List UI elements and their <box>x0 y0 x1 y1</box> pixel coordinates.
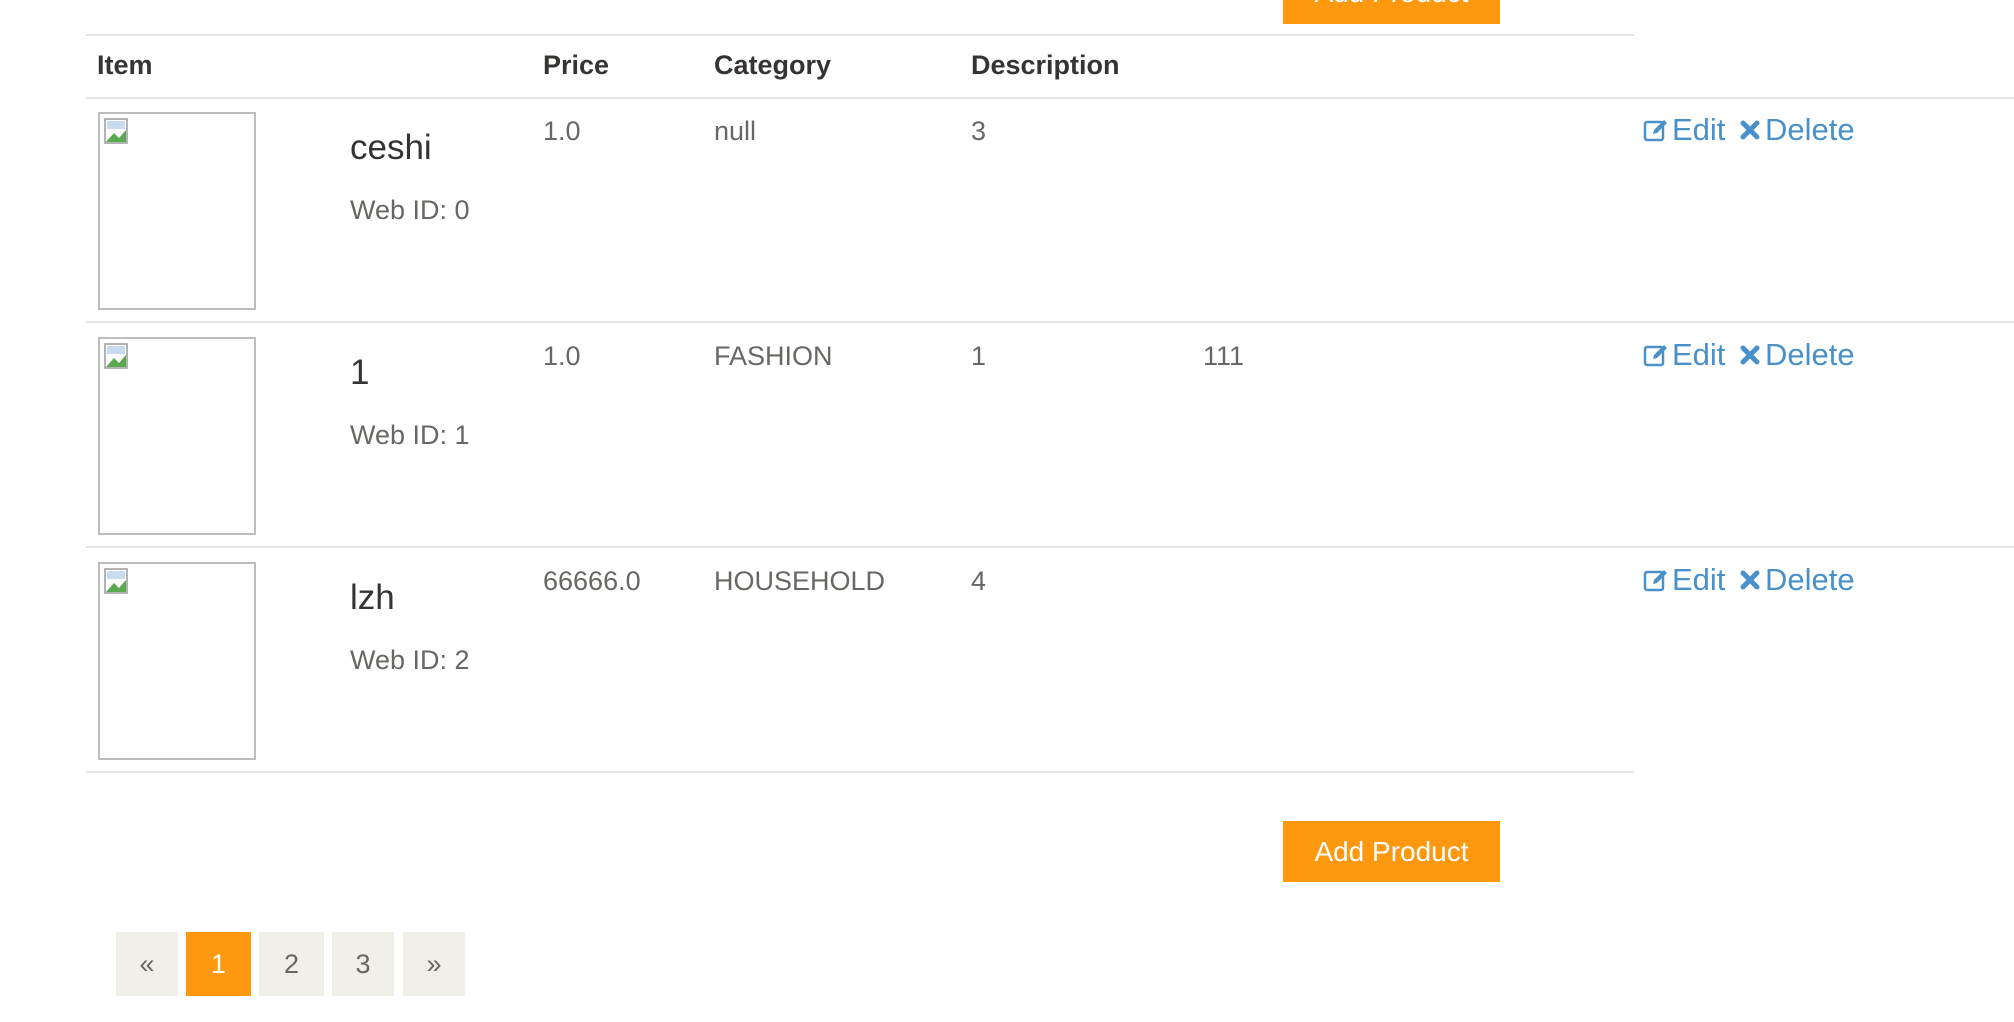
product-price: 1.0 <box>543 341 581 371</box>
product-web-id: Web ID: 1 <box>350 420 470 450</box>
broken-image-icon <box>104 118 128 144</box>
add-product-button[interactable]: Add Product <box>1283 821 1500 882</box>
header-divider <box>86 97 2014 99</box>
delete-x-icon <box>1740 120 1760 140</box>
edit-icon <box>1643 345 1667 367</box>
edit-button[interactable]: Edit <box>1643 337 1725 373</box>
product-web-id: Web ID: 2 <box>350 645 470 675</box>
broken-image-icon <box>104 568 128 594</box>
product-price: 66666.0 <box>543 566 641 596</box>
header-price: Price <box>543 50 610 80</box>
header-description: Description <box>971 50 1120 80</box>
pagination-next[interactable]: » <box>403 932 465 996</box>
delete-label: Delete <box>1765 112 1855 147</box>
delete-label: Delete <box>1765 562 1855 597</box>
product-category: null <box>714 116 757 146</box>
pagination-page-1[interactable]: 1 <box>186 932 251 996</box>
header-item: Item <box>97 50 153 80</box>
pagination-prev[interactable]: « <box>116 932 178 996</box>
delete-button[interactable]: Delete <box>1738 562 1855 598</box>
delete-x-icon <box>1740 345 1760 365</box>
header-category: Category <box>714 50 832 80</box>
delete-x-icon <box>1740 570 1760 590</box>
delete-label: Delete <box>1765 337 1855 372</box>
product-quantity: 4 <box>971 566 987 596</box>
edit-icon <box>1643 120 1667 142</box>
pagination-page-2[interactable]: 2 <box>259 932 324 996</box>
edit-button[interactable]: Edit <box>1643 112 1725 148</box>
add-product-button-top[interactable]: Add Product <box>1283 0 1500 24</box>
product-quantity: 3 <box>971 116 987 146</box>
broken-image-icon <box>104 343 128 369</box>
add-product-label: Add Product <box>1314 0 1468 9</box>
table-bottom-divider <box>86 771 1634 773</box>
edit-button[interactable]: Edit <box>1643 562 1725 598</box>
product-category: FASHION <box>714 341 833 371</box>
product-price: 1.0 <box>543 116 581 146</box>
edit-icon <box>1643 570 1667 592</box>
edit-label: Edit <box>1672 562 1726 597</box>
edit-label: Edit <box>1672 337 1726 372</box>
row-divider <box>86 546 2014 548</box>
add-product-label: Add Product <box>1314 835 1469 867</box>
delete-button[interactable]: Delete <box>1738 337 1855 373</box>
table-top-divider <box>86 34 1634 36</box>
product-name[interactable]: 1 <box>350 353 369 393</box>
product-description: 111 <box>1203 341 1245 371</box>
product-name[interactable]: lzh <box>350 578 395 618</box>
row-divider <box>86 321 2014 323</box>
product-image[interactable] <box>98 337 256 535</box>
delete-button[interactable]: Delete <box>1738 112 1855 148</box>
product-image[interactable] <box>98 562 256 760</box>
edit-label: Edit <box>1672 112 1726 147</box>
product-category: HOUSEHOLD <box>714 566 886 596</box>
product-web-id: Web ID: 0 <box>350 195 470 225</box>
product-quantity: 1 <box>971 341 987 371</box>
pagination-page-3[interactable]: 3 <box>332 932 394 996</box>
product-name[interactable]: ceshi <box>350 128 432 168</box>
product-image[interactable] <box>98 112 256 310</box>
